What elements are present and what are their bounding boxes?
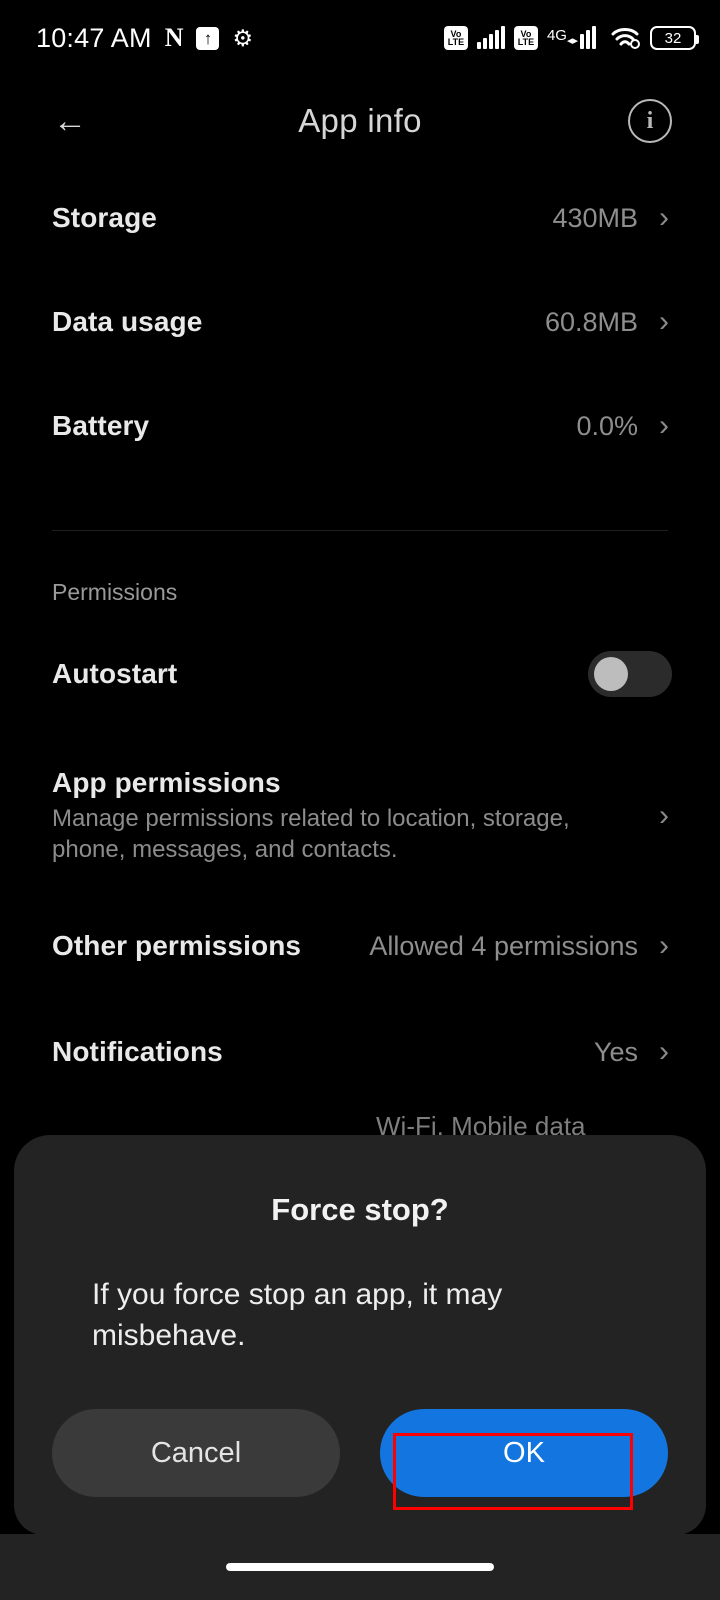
row-app-permissions[interactable]: App permissions Manage permissions relat…: [0, 746, 720, 886]
info-icon[interactable]: i: [628, 99, 672, 143]
back-arrow-icon[interactable]: ←: [46, 97, 94, 145]
row-app-permissions-label: App permissions: [52, 766, 281, 798]
row-notifications-label: Notifications: [52, 1036, 223, 1067]
chevron-right-icon: ›: [659, 1035, 669, 1068]
row-battery-value: 0.0%: [576, 410, 638, 441]
volte-bottom-label-2: LTE: [517, 36, 535, 47]
data-arrows-icon: ◂▸: [566, 35, 578, 47]
row-app-permissions-subtitle: Manage permissions related to location, …: [52, 804, 570, 863]
row-autostart[interactable]: Autostart: [0, 630, 720, 718]
chevron-right-icon: ›: [659, 201, 669, 234]
netflix-icon: N: [164, 23, 184, 52]
row-notifications-value: Yes: [593, 1036, 638, 1067]
ok-button[interactable]: OK: [380, 1409, 668, 1497]
row-battery[interactable]: Battery 0.0% ›: [0, 374, 720, 478]
dialog-actions: Cancel OK: [14, 1409, 706, 1497]
dialog-message: If you force stop an app, it may misbeha…: [92, 1278, 503, 1352]
row-battery-label: Battery: [52, 410, 150, 441]
chevron-right-icon: ›: [659, 799, 669, 832]
wifi-icon: [611, 26, 641, 50]
settings-list: Storage 430MB › Data usage 60.8MB › Batt…: [0, 166, 720, 1206]
row-app-permissions-text: App permissions Manage permissions relat…: [52, 767, 656, 865]
row-notifications[interactable]: Notifications Yes ›: [0, 1004, 720, 1100]
gear-icon: ⚙: [232, 24, 254, 51]
row-storage-value: 430MB: [552, 202, 638, 233]
signal-bars-sim2-icon: 4G ◂▸: [546, 26, 602, 49]
volte-sim1-icon: Vo LTE: [443, 26, 468, 50]
row-data-usage-value: 60.8MB: [544, 306, 638, 337]
phone-screen: 10:47 AM N ↑ ⚙ Vo LTE Vo LTE 4G ◂▸ 32 ← …: [0, 0, 720, 1600]
dialog-title: Force stop?: [271, 1192, 449, 1227]
system-navigation-bar: [0, 1534, 720, 1600]
chevron-right-icon: ›: [659, 409, 669, 442]
status-bar-left: 10:47 AM N ↑ ⚙: [36, 23, 253, 54]
chevron-right-icon: ›: [659, 305, 669, 338]
autostart-toggle[interactable]: [588, 651, 672, 697]
app-bar: ← App info i: [0, 76, 720, 166]
gesture-handle[interactable]: [226, 1563, 494, 1571]
page-title: App info: [298, 102, 422, 139]
row-data-usage[interactable]: Data usage 60.8MB ›: [0, 270, 720, 374]
row-other-permissions-value: Allowed 4 permissions: [369, 930, 638, 961]
cancel-button[interactable]: Cancel: [52, 1409, 340, 1497]
row-storage[interactable]: Storage 430MB ›: [0, 166, 720, 270]
force-stop-dialog: Force stop? If you force stop an app, it…: [14, 1135, 706, 1535]
row-autostart-label: Autostart: [52, 658, 178, 689]
section-header-permissions: Permissions: [52, 579, 178, 605]
status-bar-clock: 10:47 AM: [36, 22, 152, 53]
volte-bottom-label: LTE: [447, 36, 465, 47]
status-bar: 10:47 AM N ↑ ⚙ Vo LTE Vo LTE 4G ◂▸ 32: [0, 0, 720, 76]
status-bar-right: Vo LTE Vo LTE 4G ◂▸ 32: [443, 26, 699, 50]
signal-bars-sim1-icon: [476, 26, 505, 49]
section-divider: [52, 530, 668, 531]
row-data-usage-label: Data usage: [52, 306, 203, 337]
row-storage-label: Storage: [52, 202, 157, 233]
chevron-right-icon: ›: [659, 929, 669, 962]
battery-icon: 32: [650, 26, 699, 50]
autostart-toggle-knob: [594, 657, 628, 691]
row-other-permissions[interactable]: Other permissions Allowed 4 permissions …: [0, 898, 720, 994]
row-other-permissions-label: Other permissions: [52, 930, 302, 961]
volte-sim2-icon: Vo LTE: [513, 26, 538, 50]
battery-level-label: 32: [664, 29, 682, 47]
upload-box-icon: ↑: [196, 26, 220, 50]
network-type-label: 4G: [546, 27, 567, 44]
